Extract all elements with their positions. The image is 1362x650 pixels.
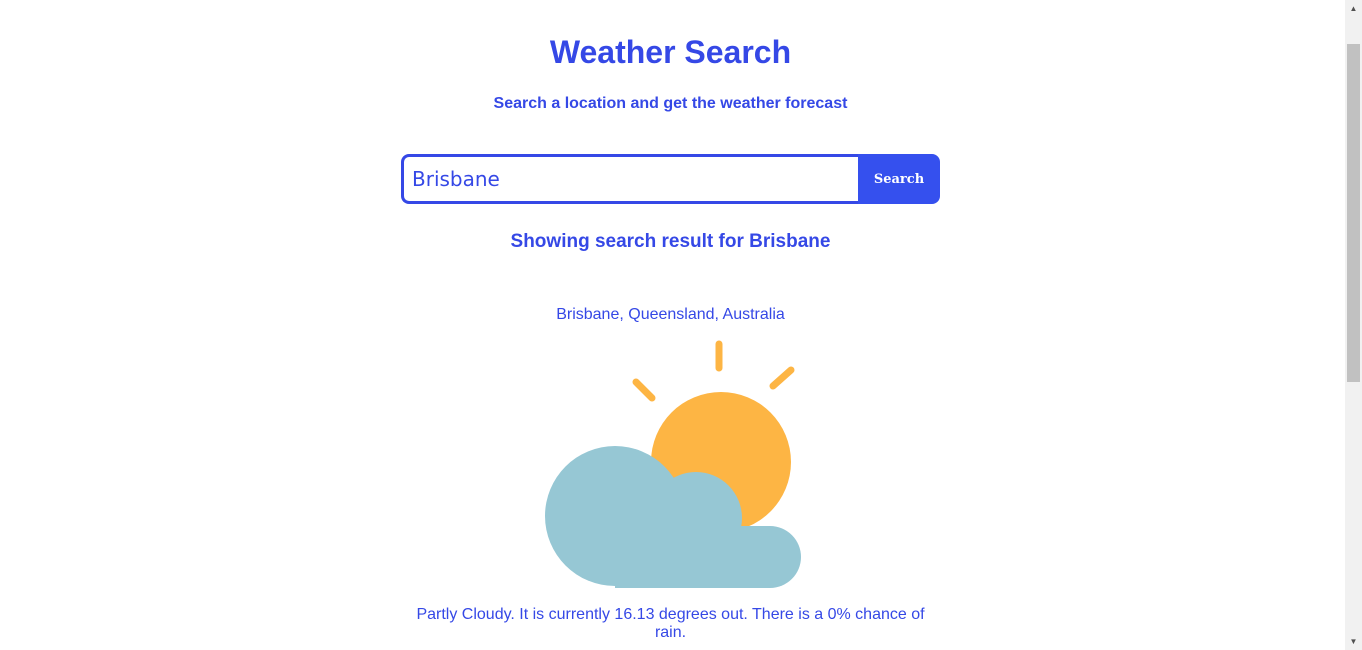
search-form: Search [401, 154, 940, 204]
location-label: Brisbane, Queensland, Australia [556, 306, 785, 323]
partly-cloudy-icon [545, 340, 801, 588]
result-heading: Showing search result for Brisbane [510, 231, 831, 252]
page-title: Weather Search [549, 34, 792, 70]
page: Weather Search Search a location and get… [0, 0, 1345, 650]
vertical-scrollbar[interactable]: ▲ ▼ [1345, 0, 1362, 650]
page-subtitle: Search a location and get the weather fo… [493, 95, 848, 112]
scroll-up-arrow-icon[interactable]: ▲ [1345, 0, 1362, 17]
scrollbar-thumb[interactable] [1347, 44, 1360, 382]
weather-description: Partly Cloudy. It is currently 16.13 deg… [416, 606, 925, 641]
search-button[interactable]: Search [858, 154, 940, 204]
search-input[interactable] [401, 154, 858, 204]
scroll-down-arrow-icon[interactable]: ▼ [1345, 633, 1362, 650]
